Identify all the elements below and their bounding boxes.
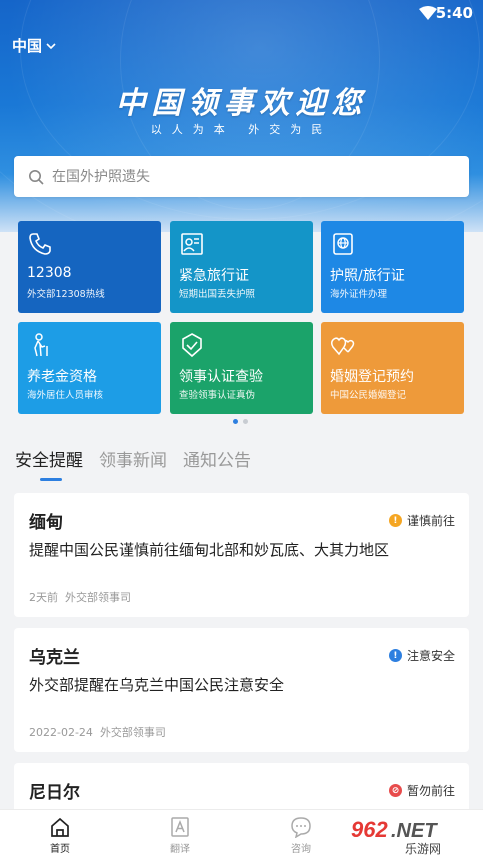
nav-consult[interactable]: 咨询 bbox=[271, 816, 331, 855]
tile-title: 婚姻登记预约 bbox=[330, 369, 414, 385]
alert-card[interactable]: 乌克兰 ! 注意安全 外交部提醒在乌克兰中国公民注意安全 2022-02-24 … bbox=[14, 628, 469, 752]
card-date: 2天前 bbox=[29, 591, 58, 604]
prohibited-icon: ⊘ bbox=[388, 784, 402, 797]
status-badge: ⊘ 暂勿前往 bbox=[388, 782, 455, 799]
tile-subtitle: 海外居住人员审核 bbox=[27, 390, 104, 401]
svg-text:.NET: .NET bbox=[391, 820, 438, 842]
nav-translate[interactable]: 翻译 bbox=[150, 816, 210, 855]
card-country: 尼日尔 bbox=[29, 783, 80, 803]
site-watermark: 962 .NET 乐游网 bbox=[343, 807, 483, 859]
tile-subtitle: 中国公民婚姻登记 bbox=[330, 390, 407, 401]
card-meta: 2天前 外交部领事司 bbox=[29, 589, 131, 605]
region-label: 中国 bbox=[12, 37, 43, 55]
status-time: 5:40 bbox=[435, 4, 473, 22]
tile-title: 养老金资格 bbox=[27, 369, 97, 385]
chat-icon bbox=[291, 817, 311, 838]
translate-icon bbox=[171, 817, 189, 837]
alert-card[interactable]: 缅甸 ! 谨慎前往 提醒中国公民谨慎前往缅甸北部和妙瓦底、大其力地区 2天前 外… bbox=[14, 493, 469, 617]
badge-label: 谨慎前往 bbox=[406, 514, 455, 528]
card-source: 外交部领事司 bbox=[99, 726, 166, 739]
service-grid: 12308 外交部12308热线 紧急旅行证 短期出国丢失护照 护照/旅行证 海… bbox=[18, 221, 466, 415]
tile-marriage[interactable]: 婚姻登记预约 中国公民婚姻登记 bbox=[321, 322, 464, 414]
svg-text:乐游网: 乐游网 bbox=[405, 842, 441, 856]
tab-notices[interactable]: 通知公告 bbox=[183, 446, 251, 471]
card-body: 提醒中国公民谨慎前往缅甸北部和妙瓦底、大其力地区 bbox=[29, 541, 390, 559]
pager-dot-active[interactable] bbox=[233, 419, 238, 424]
tile-title: 12308 bbox=[27, 265, 72, 281]
tile-title: 护照/旅行证 bbox=[330, 268, 405, 284]
card-country: 乌克兰 bbox=[29, 648, 80, 668]
tile-passport[interactable]: 护照/旅行证 海外证件办理 bbox=[321, 221, 464, 313]
status-badge: ! 注意安全 bbox=[388, 647, 455, 664]
watermark-logo: 962 .NET 乐游网 bbox=[343, 811, 483, 857]
tile-consular-verification[interactable]: 领事认证查验 查验领事认证真伪 bbox=[170, 322, 313, 414]
tile-pension[interactable]: 养老金资格 海外居住人员审核 bbox=[18, 322, 161, 414]
tile-hotline[interactable]: 12308 外交部12308热线 bbox=[18, 221, 161, 313]
active-tab-indicator bbox=[40, 478, 62, 481]
nav-label: 首页 bbox=[50, 844, 70, 855]
tile-title: 领事认证查验 bbox=[179, 369, 263, 385]
banner-title: 中国领事欢迎您 bbox=[115, 86, 368, 121]
banner-subtitle: 以人为本 外交为民 bbox=[150, 123, 333, 136]
carousel-pager bbox=[233, 419, 248, 424]
header-banner: 5:40 中国 中国领事欢迎您 以人为本 外交为民 bbox=[0, 0, 483, 232]
badge-label: 暂勿前往 bbox=[406, 784, 455, 798]
chevron-down-icon bbox=[46, 42, 56, 49]
search-bar[interactable] bbox=[14, 156, 469, 197]
status-badge: ! 谨慎前往 bbox=[388, 512, 455, 529]
badge-label: 注意安全 bbox=[406, 649, 455, 663]
status-bar: 5:40 bbox=[0, 0, 483, 28]
tile-emergency-travel-doc[interactable]: 紧急旅行证 短期出国丢失护照 bbox=[170, 221, 313, 313]
phone-icon bbox=[29, 233, 51, 255]
card-meta: 2022-02-24 外交部领事司 bbox=[29, 724, 166, 740]
card-country: 缅甸 bbox=[29, 513, 63, 533]
id-card-icon bbox=[181, 233, 203, 255]
pager-dot[interactable] bbox=[243, 419, 248, 424]
home-icon bbox=[51, 817, 69, 837]
tile-title: 紧急旅行证 bbox=[179, 268, 249, 284]
svg-text:962: 962 bbox=[351, 817, 388, 842]
info-icon: ! bbox=[388, 649, 402, 662]
nav-home[interactable]: 首页 bbox=[30, 816, 90, 855]
card-body: 外交部提醒在乌克兰中国公民注意安全 bbox=[29, 676, 285, 694]
passport-icon bbox=[333, 233, 353, 255]
warning-icon: ! bbox=[388, 514, 402, 527]
news-tabs: 安全提醒 领事新闻 通知公告 bbox=[15, 446, 251, 471]
tile-subtitle: 海外证件办理 bbox=[330, 289, 388, 300]
nav-label: 咨询 bbox=[291, 844, 311, 855]
tile-subtitle: 外交部12308热线 bbox=[27, 289, 105, 300]
wifi-icon bbox=[419, 6, 437, 20]
tile-subtitle: 短期出国丢失护照 bbox=[179, 289, 256, 300]
tab-consular-news[interactable]: 领事新闻 bbox=[99, 446, 167, 471]
elder-icon bbox=[34, 333, 48, 357]
search-icon bbox=[29, 169, 44, 185]
tile-subtitle: 查验领事认证真伪 bbox=[179, 390, 256, 401]
check-shield-icon bbox=[182, 333, 202, 358]
hearts-icon bbox=[330, 337, 355, 356]
tab-safety-alerts[interactable]: 安全提醒 bbox=[15, 446, 83, 471]
nav-label: 翻译 bbox=[170, 844, 190, 855]
card-date: 2022-02-24 bbox=[29, 726, 93, 739]
card-source: 外交部领事司 bbox=[65, 591, 131, 604]
region-selector[interactable]: 中国 bbox=[12, 35, 56, 56]
search-input[interactable] bbox=[52, 168, 432, 185]
